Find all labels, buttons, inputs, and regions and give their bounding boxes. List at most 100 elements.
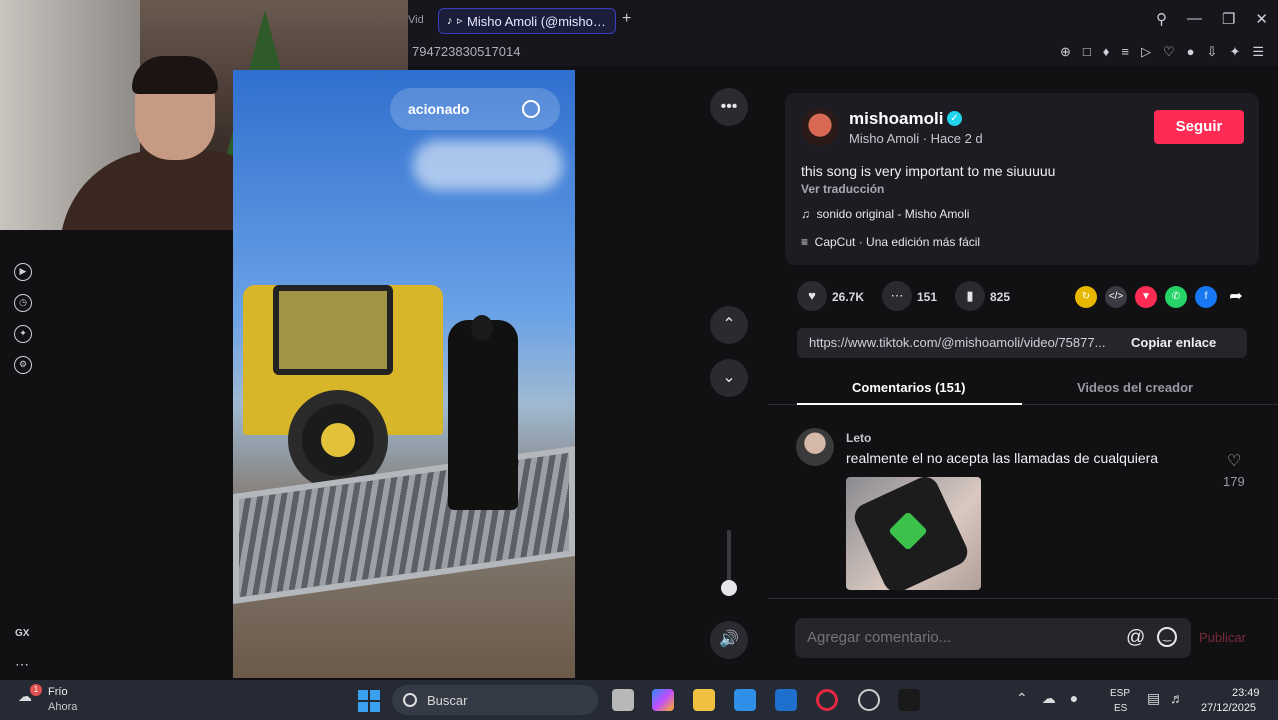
keyboard-layout[interactable]: ES bbox=[1114, 703, 1127, 714]
whatsapp-icon[interactable]: ✆ bbox=[1165, 286, 1187, 308]
pin-icon[interactable]: ⊕ bbox=[1060, 44, 1071, 60]
translate-icon[interactable]: ≡ bbox=[1121, 44, 1129, 60]
more-options-button[interactable]: ••• bbox=[710, 88, 748, 126]
embed-icon[interactable]: </> bbox=[1105, 286, 1127, 308]
file-explorer-icon[interactable] bbox=[693, 689, 715, 711]
previous-video-button[interactable]: ⌃ bbox=[710, 306, 748, 344]
app-icon[interactable] bbox=[858, 689, 880, 711]
maximize-icon[interactable]: ❐ bbox=[1222, 10, 1235, 28]
capcut-label: CapCut · Una edición más fácil bbox=[814, 235, 981, 249]
see-translation-link[interactable]: Ver traducción bbox=[801, 182, 884, 196]
comment-text: realmente el no acepta las llamadas de c… bbox=[846, 450, 1159, 466]
shield-icon[interactable]: ♦ bbox=[1103, 44, 1110, 60]
tab-comments[interactable]: Comentarios (151) bbox=[852, 380, 965, 395]
menu-icon[interactable]: ☰ bbox=[1252, 44, 1264, 60]
author-subline: Misho Amoli · Hace 2 d bbox=[849, 131, 983, 146]
comment-input[interactable] bbox=[807, 629, 1107, 646]
url-text[interactable]: 794723830517014 bbox=[412, 44, 520, 59]
capcut-icon: ≡ bbox=[801, 235, 815, 249]
sound-label: sonido original - Misho Amoli bbox=[816, 207, 970, 221]
taskbar-search[interactable] bbox=[392, 685, 598, 715]
new-tab-button[interactable]: + bbox=[622, 10, 631, 28]
more-icon[interactable]: ⋯ bbox=[15, 656, 29, 673]
weather-title[interactable]: Frío bbox=[48, 686, 68, 698]
comment-author[interactable]: Leto bbox=[846, 431, 871, 445]
speaker-icon[interactable]: ♬ bbox=[1170, 690, 1184, 706]
epic-games-icon[interactable] bbox=[898, 689, 920, 711]
video-person-head bbox=[471, 315, 493, 341]
volume-button[interactable]: 🔊 bbox=[710, 621, 748, 659]
send-icon[interactable]: ▷ bbox=[1141, 44, 1151, 60]
comments-count: 151 bbox=[917, 290, 938, 304]
video-backhoe-cab bbox=[273, 285, 393, 375]
windows-start-icon[interactable] bbox=[358, 690, 380, 712]
outlook-icon[interactable] bbox=[775, 689, 797, 711]
comment-avatar[interactable] bbox=[796, 428, 834, 466]
taskbar-search-label: Buscar bbox=[427, 693, 468, 708]
next-video-button[interactable]: ⌄ bbox=[710, 359, 748, 397]
video-cloud bbox=[413, 140, 563, 190]
comment-icon[interactable]: ⋯ bbox=[882, 281, 912, 311]
copilot-icon[interactable] bbox=[652, 689, 674, 711]
send-to-friends-icon[interactable]: ▼ bbox=[1135, 286, 1157, 308]
copy-link-button[interactable]: Copiar enlace bbox=[1131, 335, 1216, 350]
extensions-icon[interactable]: ✦ bbox=[14, 325, 32, 343]
repost-icon[interactable]: ↻ bbox=[1075, 286, 1097, 308]
video-grate bbox=[233, 445, 575, 605]
address-bar-icons: ⊕ □ ♦ ≡ ▷ ♡ ● ⇩ ✦ ☰ bbox=[1060, 44, 1264, 60]
chevron-up-icon[interactable]: ⌃ bbox=[1016, 690, 1028, 707]
download-icon[interactable]: ⇩ bbox=[1207, 44, 1218, 60]
like-icon[interactable]: ♥ bbox=[797, 281, 827, 311]
mention-icon[interactable]: @ bbox=[1126, 627, 1145, 649]
facebook-icon[interactable]: f bbox=[1195, 286, 1217, 308]
publish-button[interactable]: Publicar bbox=[1199, 630, 1246, 645]
close-icon[interactable]: ✕ bbox=[1255, 10, 1268, 28]
composer-divider bbox=[768, 598, 1278, 599]
bookmark-icon[interactable]: ▮ bbox=[955, 281, 985, 311]
comment-likes-count: 179 bbox=[1223, 474, 1245, 489]
minimize-icon[interactable]: — bbox=[1187, 10, 1202, 28]
window-controls: ⚲ — ❐ ✕ bbox=[1156, 10, 1268, 28]
search-icon bbox=[403, 693, 417, 707]
comment-like-icon[interactable]: ♡ bbox=[1227, 451, 1241, 471]
gx-label[interactable]: GX bbox=[15, 628, 29, 639]
store-icon[interactable] bbox=[734, 689, 756, 711]
clock-time[interactable]: 23:49 bbox=[1232, 687, 1260, 699]
task-view-icon[interactable] bbox=[612, 689, 634, 711]
avatar[interactable] bbox=[801, 108, 839, 146]
sound-link[interactable]: ♫ sonido original - Misho Amoli bbox=[801, 207, 969, 221]
video-person bbox=[448, 320, 518, 510]
tab-creator-videos[interactable]: Videos del creador bbox=[1077, 380, 1193, 395]
capcut-link[interactable]: ≡ CapCut · Una edición más fácil bbox=[801, 235, 980, 249]
video-wheel-hub bbox=[321, 423, 355, 457]
ai-icon[interactable]: ✦ bbox=[1229, 44, 1240, 60]
tab-active[interactable]: ♪ ▹ Misho Amoli (@misho… bbox=[438, 8, 616, 34]
post-description: this song is very important to me siuuuu… bbox=[801, 163, 1056, 179]
search-icon[interactable]: ⚲ bbox=[1156, 10, 1167, 28]
screenshot-icon[interactable]: □ bbox=[1083, 44, 1091, 60]
tab-previous[interactable]: Vid bbox=[408, 14, 424, 26]
opera-gx-icon[interactable] bbox=[816, 689, 838, 711]
share-arrow-icon[interactable]: ➦ bbox=[1225, 286, 1247, 308]
heart-icon[interactable]: ♡ bbox=[1163, 44, 1175, 60]
player-icon[interactable]: ▶ bbox=[14, 263, 32, 281]
search-icon[interactable] bbox=[522, 100, 540, 118]
follow-button[interactable]: Seguir bbox=[1154, 110, 1244, 144]
video-player[interactable] bbox=[233, 70, 575, 678]
network-icon[interactable]: ▤ bbox=[1147, 690, 1160, 707]
settings-icon[interactable]: ⚙ bbox=[14, 356, 32, 374]
emoji-icon[interactable]: ‿ bbox=[1157, 627, 1177, 647]
likes-count: 26.7K bbox=[832, 290, 865, 304]
music-note-icon: ♫ bbox=[801, 207, 817, 221]
username[interactable]: mishoamoli bbox=[849, 109, 943, 129]
profile-icon[interactable]: ● bbox=[1187, 44, 1195, 60]
microphone-icon[interactable]: ● bbox=[1070, 690, 1078, 707]
weather-badge: 1 bbox=[30, 684, 42, 696]
language-indicator[interactable]: ESP bbox=[1110, 688, 1130, 699]
cloud-icon[interactable]: ☁ bbox=[1042, 690, 1056, 707]
history-icon[interactable]: ◷ bbox=[14, 294, 32, 312]
comment-image[interactable] bbox=[846, 477, 981, 590]
volume-knob[interactable] bbox=[721, 580, 737, 596]
clock-date[interactable]: 27/12/2025 bbox=[1201, 702, 1256, 714]
share-link-text[interactable]: https://www.tiktok.com/@mishoamoli/video… bbox=[809, 335, 1125, 350]
